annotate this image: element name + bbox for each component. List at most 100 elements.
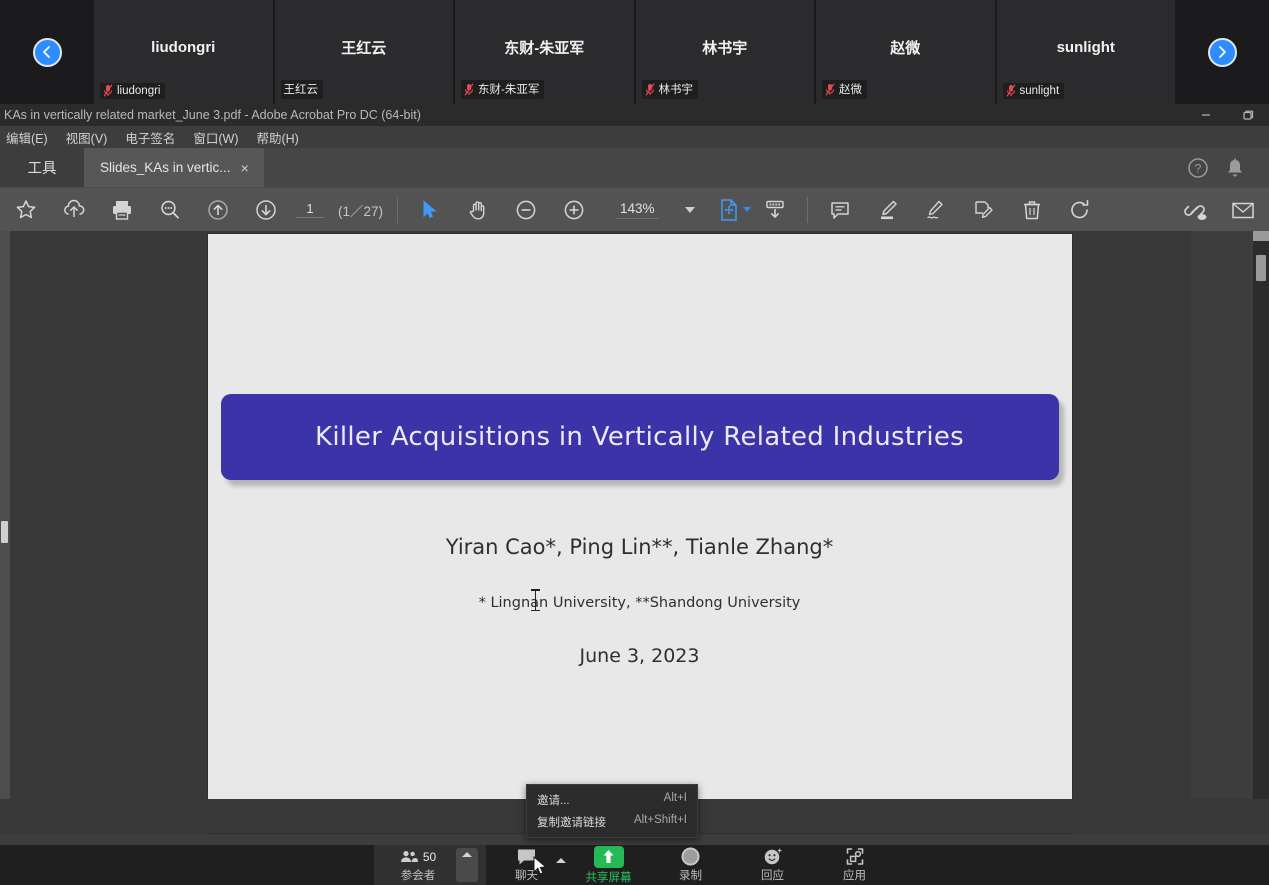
print-icon[interactable] — [98, 188, 146, 232]
share-screen-arrow-icon — [602, 849, 615, 864]
page-navigation: 1 (1／27) — [290, 200, 389, 220]
participant-tile[interactable]: 林书宇 林书宇 — [636, 0, 815, 104]
zoom-control: 143% — [598, 201, 705, 219]
chat-menu-chevron[interactable] — [556, 858, 566, 863]
mouse-pointer-icon — [533, 856, 549, 878]
highlight-pen-icon[interactable] — [864, 188, 912, 232]
share-link-icon[interactable] — [1171, 188, 1219, 232]
slide-content: Killer Acquisitions in Vertically Relate… — [208, 234, 1072, 667]
page-number-input[interactable]: 1 — [296, 201, 324, 218]
menu-view[interactable]: 视图(V) — [66, 128, 108, 147]
video-filmstrip: liudongri liudongri 王红云 王红云 东财-朱亚军 东财-朱亚… — [0, 0, 1269, 104]
arrow-down-circle-icon[interactable] — [242, 188, 290, 232]
mic-muted-icon — [103, 84, 113, 97]
fit-page-dropdown[interactable] — [743, 207, 751, 212]
trash-icon[interactable] — [1008, 188, 1056, 232]
vertical-scrollbar[interactable] — [1253, 231, 1269, 833]
participant-tile[interactable]: 赵微 赵微 — [816, 0, 995, 104]
participants-button[interactable]: 50 参会者 — [374, 845, 486, 885]
slide-date: June 3, 2023 — [208, 645, 1072, 667]
bell-icon[interactable] — [1225, 157, 1245, 179]
mic-muted-icon — [645, 83, 655, 96]
zoom-out-icon[interactable] — [502, 188, 550, 232]
apps-button[interactable]: 应用 — [814, 845, 896, 885]
close-icon[interactable]: × — [241, 161, 249, 175]
participants-menu-chevron[interactable] — [456, 848, 478, 882]
context-menu-item-copy-link[interactable]: 复制邀请链接 Alt+Shift+I — [527, 811, 697, 833]
tile-name-badge: 王红云 — [281, 80, 324, 99]
minimize-button[interactable] — [1185, 104, 1227, 126]
mic-muted-icon — [464, 83, 474, 96]
participant-tile[interactable]: sunlight sunlight — [997, 0, 1176, 104]
zoom-level-value[interactable]: 143% — [616, 201, 659, 219]
zoom-bottom-toolbar: 50 参会者 聊天 — [0, 845, 1269, 885]
participant-tile[interactable]: liudongri liudongri — [94, 0, 273, 104]
zoom-in-icon[interactable] — [550, 188, 598, 232]
participants-top-row: 50 — [400, 848, 436, 866]
envelope-icon[interactable] — [1219, 188, 1267, 232]
comment-icon[interactable] — [816, 188, 864, 232]
slide-affiliations-text: * Lingnan University, **Shandong Univers… — [479, 595, 801, 611]
page-scroll-icon[interactable] — [751, 188, 799, 232]
participants-label: 参会者 — [401, 867, 436, 883]
share-screen-label: 共享屏幕 — [586, 869, 632, 885]
document-viewport: Killer Acquisitions in Vertically Relate… — [0, 231, 1269, 833]
tabbar-spacer — [264, 148, 1187, 187]
sign-icon[interactable] — [912, 188, 960, 232]
menu-window[interactable]: 窗口(W) — [193, 128, 238, 147]
chat-button[interactable]: 聊天 — [486, 845, 568, 885]
filmstrip-next-button[interactable] — [1175, 0, 1269, 104]
apps-frame-icon — [845, 847, 865, 866]
help-circle-icon[interactable]: ? — [1187, 157, 1209, 179]
slide-affiliations: * Lingnan University, **Shandong Univers… — [208, 595, 1072, 611]
search-icon[interactable] — [146, 188, 194, 232]
smiley-reaction-icon — [763, 847, 783, 866]
tile-name-badge: liudongri — [100, 83, 165, 99]
chevron-down-icon[interactable] — [685, 207, 695, 213]
document-scroll-region[interactable]: Killer Acquisitions in Vertically Relate… — [10, 231, 1269, 833]
hand-tool-icon[interactable] — [454, 188, 502, 232]
tile-name-badge: 东财-朱亚军 — [461, 80, 544, 99]
chevron-up-icon — [556, 858, 566, 863]
people-icon — [400, 850, 418, 863]
participant-tile[interactable]: 王红云 王红云 — [275, 0, 454, 104]
record-icon-row — [681, 848, 700, 866]
star-icon[interactable] — [2, 188, 50, 232]
restore-icon — [1242, 109, 1254, 121]
screen-root: liudongri liudongri 王红云 王红云 东财-朱亚军 东财-朱亚… — [0, 0, 1269, 885]
panel-resize-handle[interactable] — [1, 521, 8, 543]
cloud-upload-icon[interactable] — [50, 188, 98, 232]
text-cursor-icon — [535, 589, 536, 611]
reactions-icon-row — [763, 848, 783, 866]
tab-document[interactable]: Slides_KAs in vertic... × — [84, 148, 264, 187]
tile-display-name: 赵微 — [890, 37, 920, 58]
pdf-page: Killer Acquisitions in Vertically Relate… — [208, 234, 1072, 833]
menu-edit[interactable]: 编辑(E) — [6, 128, 48, 147]
reactions-button[interactable]: 回应 — [732, 845, 814, 885]
filmstrip-prev-button[interactable] — [0, 0, 94, 104]
context-menu-item-label: 邀请... — [537, 792, 570, 808]
context-menu-item-invite[interactable]: 邀请... Alt+I — [527, 789, 697, 811]
restore-button[interactable] — [1227, 104, 1269, 126]
scrollbar-up-button[interactable] — [1253, 231, 1269, 241]
select-cursor-icon[interactable] — [406, 188, 454, 232]
record-label: 录制 — [679, 867, 702, 883]
acrobat-toolbar: 1 (1／27) 143% — [0, 187, 1269, 231]
tab-tools[interactable]: 工具 — [0, 148, 84, 187]
tile-display-name: 王红云 — [341, 37, 386, 58]
menu-help[interactable]: 帮助(H) — [256, 128, 298, 147]
reactions-label: 回应 — [761, 867, 784, 883]
stamp-edit-icon[interactable] — [960, 188, 1008, 232]
share-screen-button[interactable]: 共享屏幕 — [568, 845, 650, 885]
participant-tile[interactable]: 东财-朱亚军 东财-朱亚军 — [455, 0, 634, 104]
record-button[interactable]: 录制 — [650, 845, 732, 885]
arrow-up-circle-icon[interactable] — [194, 188, 242, 232]
menu-esign[interactable]: 电子签名 — [125, 128, 175, 147]
chevron-up-icon — [462, 852, 472, 857]
acrobat-tabbar: 工具 Slides_KAs in vertic... × ? — [0, 148, 1269, 187]
document-right-gutter — [1191, 231, 1253, 833]
rotate-icon[interactable] — [1056, 188, 1104, 232]
context-menu-item-label: 复制邀请链接 — [537, 814, 606, 830]
scrollbar-thumb[interactable] — [1256, 255, 1266, 281]
left-panel-rail[interactable] — [0, 231, 10, 833]
